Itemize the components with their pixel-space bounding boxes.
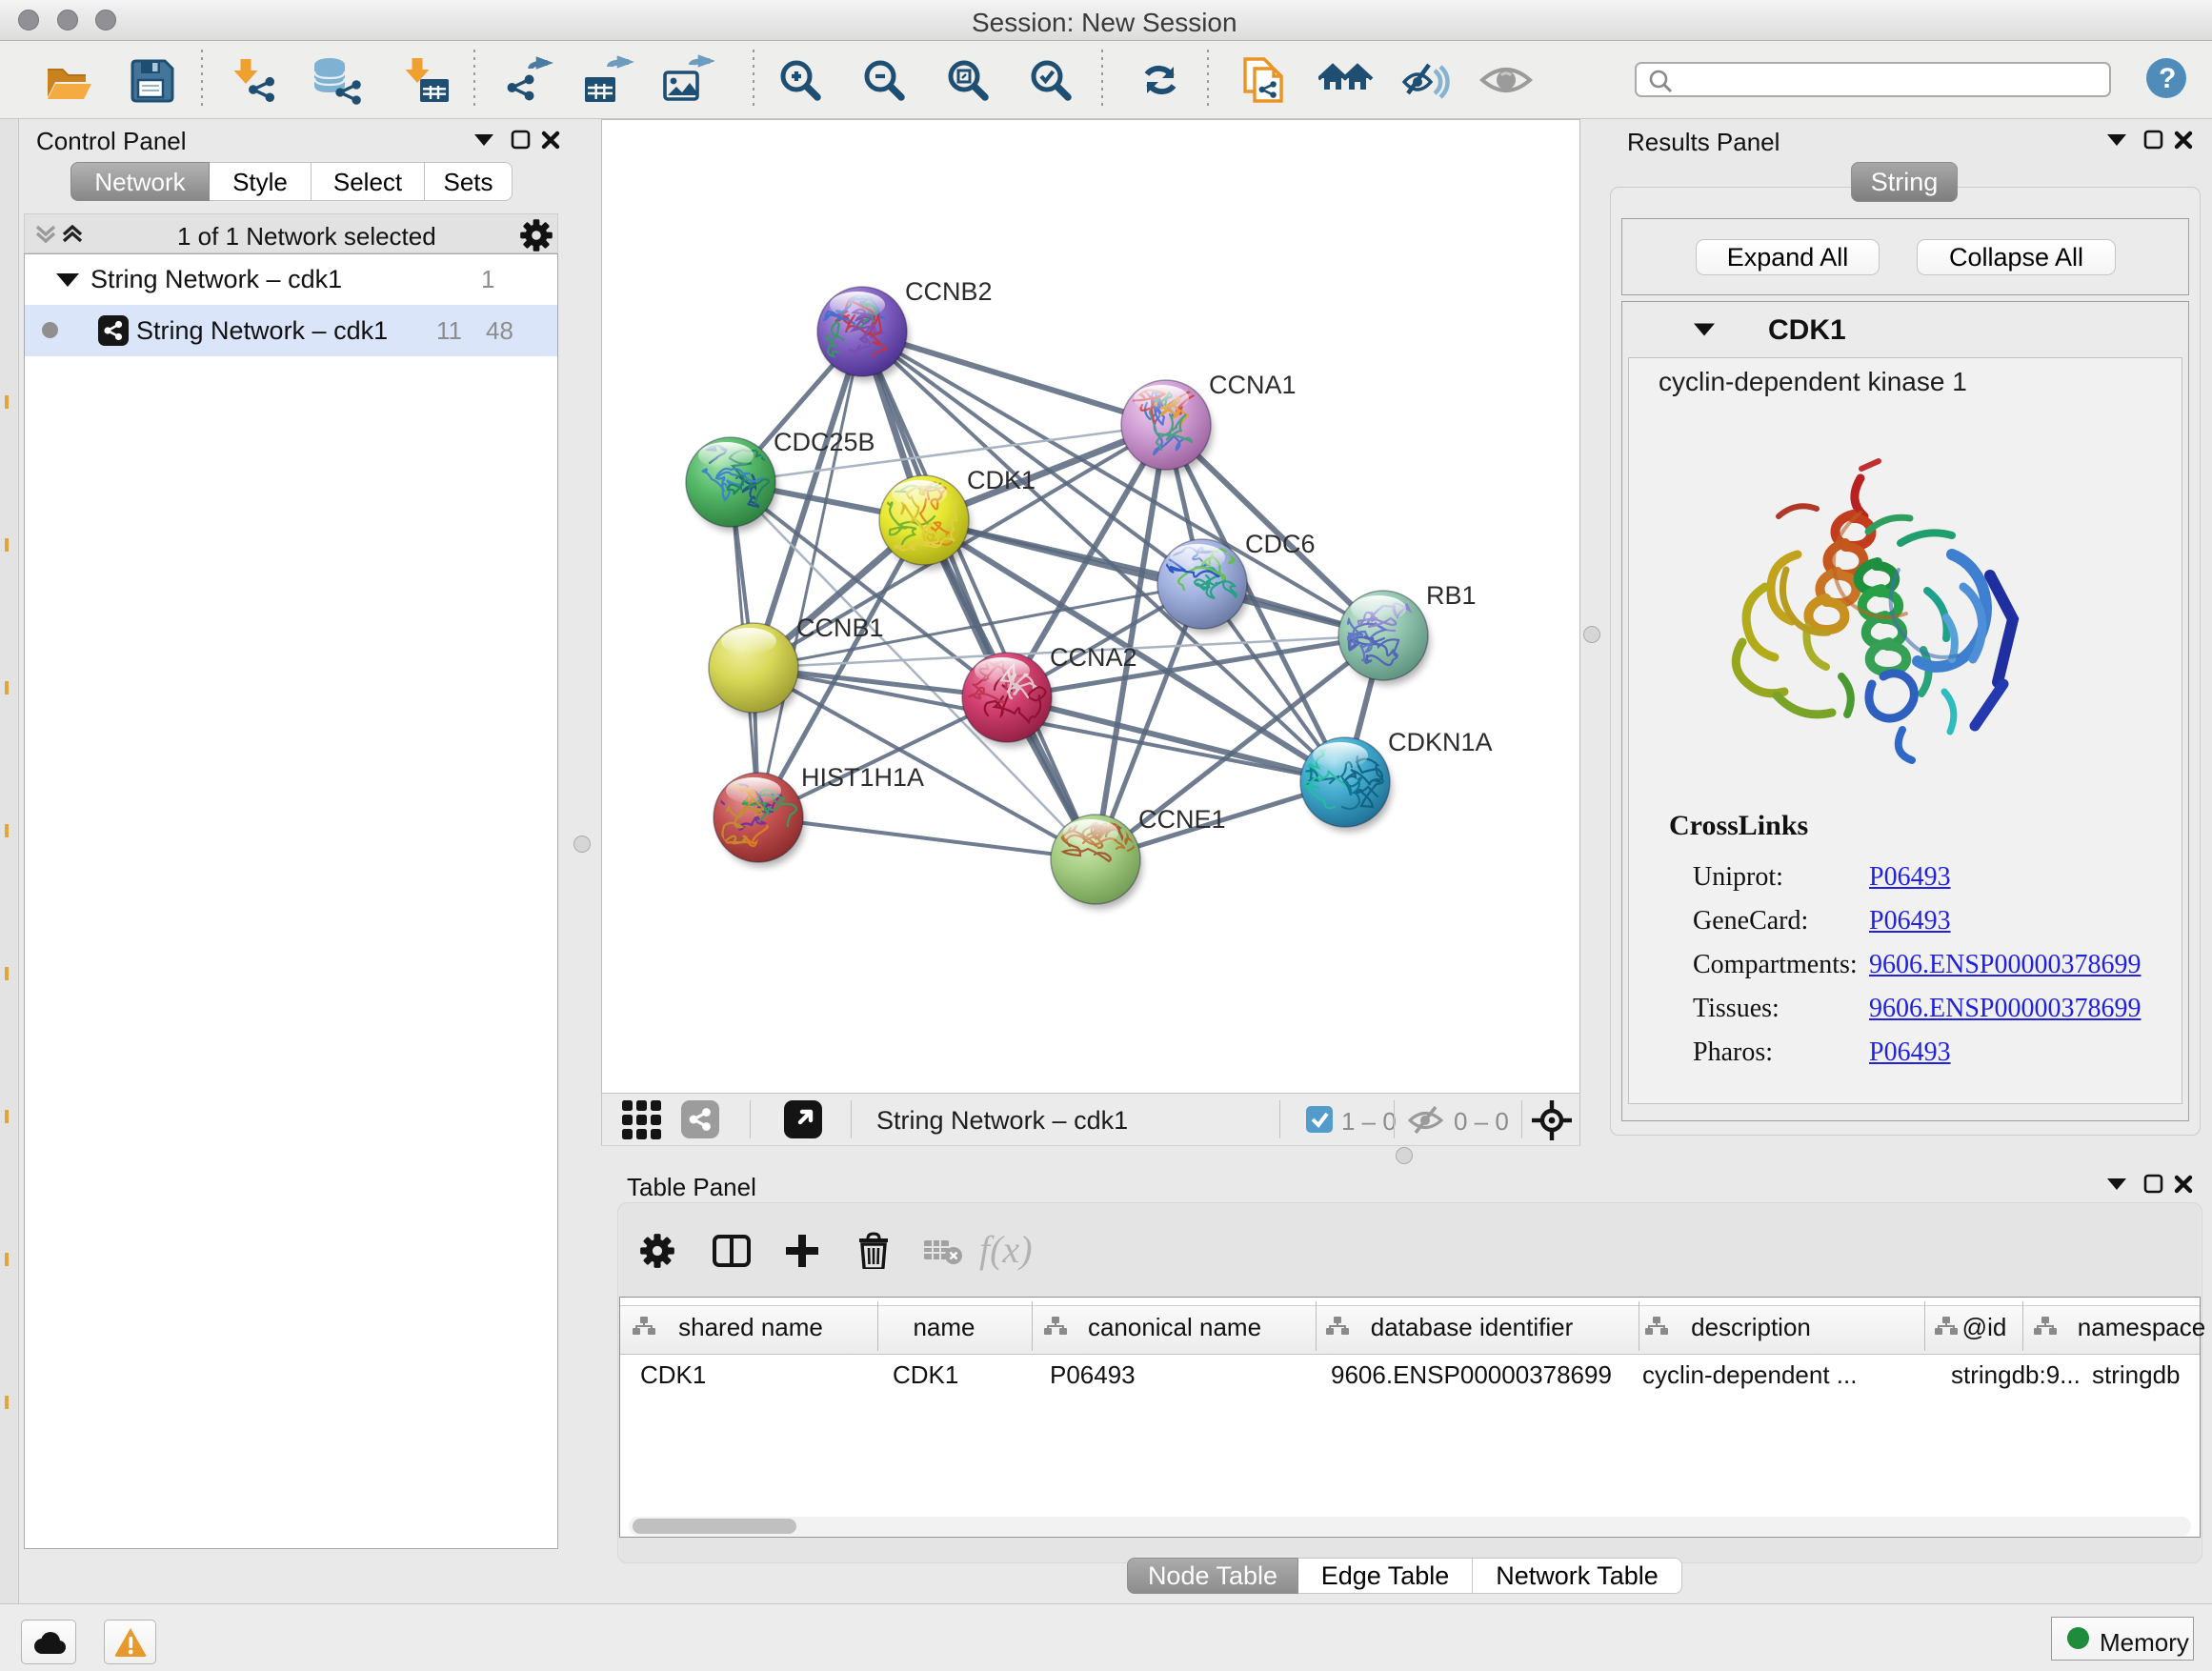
svg-text:HIST1H1A: HIST1H1A xyxy=(801,763,924,792)
svg-text:CDKN1A: CDKN1A xyxy=(1388,728,1493,756)
svg-text:CDK1: CDK1 xyxy=(967,466,1036,494)
svg-text:CDC25B: CDC25B xyxy=(774,428,875,456)
svg-text:CCNA2: CCNA2 xyxy=(1050,643,1137,672)
svg-text:CCNA1: CCNA1 xyxy=(1209,371,1297,399)
svg-text:CCNB1: CCNB1 xyxy=(796,614,884,642)
svg-text:CCNE1: CCNE1 xyxy=(1138,805,1226,834)
svg-text:RB1: RB1 xyxy=(1426,581,1477,610)
svg-text:CDC6: CDC6 xyxy=(1245,530,1316,558)
svg-text:CCNB2: CCNB2 xyxy=(905,277,993,306)
